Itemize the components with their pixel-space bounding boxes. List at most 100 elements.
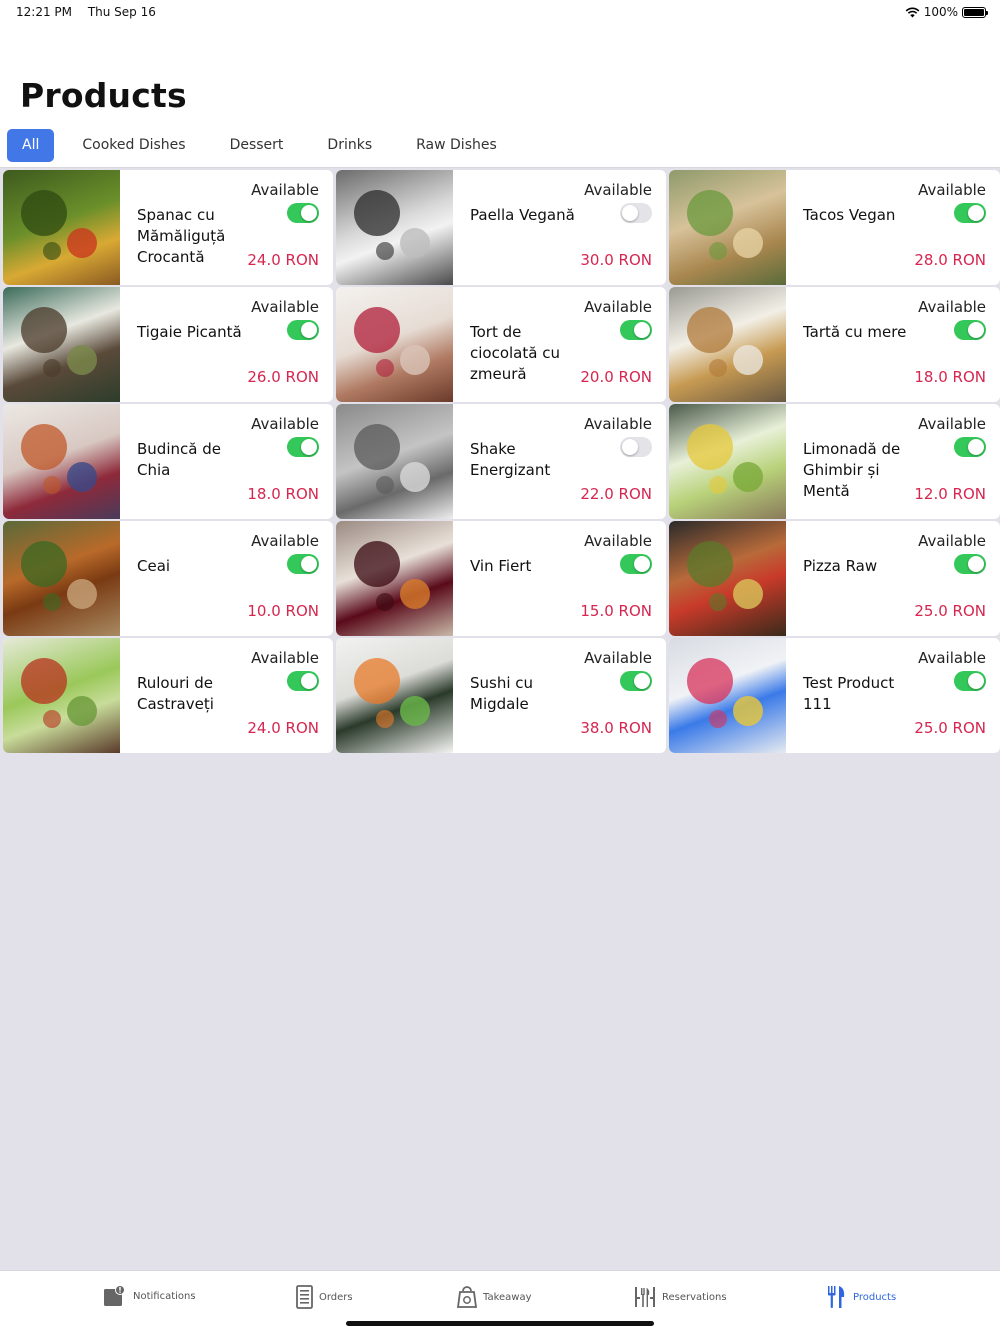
product-price: 28.0 RON — [914, 251, 986, 269]
product-card[interactable]: Available Spanac cu Mămăliguță Crocantă 24… — [3, 170, 333, 285]
header: Products All Cooked Dishes Dessert Drink… — [0, 24, 1000, 168]
product-name: Spanac cu Mămăliguță Crocantă — [137, 206, 226, 266]
chia-pudding-photo — [3, 404, 120, 519]
tab-all[interactable]: All — [7, 129, 55, 162]
product-card[interactable]: Available Shake Energizant 22.0 RON — [336, 404, 666, 519]
toggle-knob — [634, 556, 650, 572]
tabbar-reservations[interactable]: Reservations — [634, 1285, 727, 1309]
product-card[interactable]: Available Ceai 10.0 RON — [3, 521, 333, 636]
product-price: 20.0 RON — [580, 368, 652, 386]
product-price: 22.0 RON — [580, 485, 652, 503]
product-info: Available Sushi cu Migdale 38.0 RON — [453, 638, 666, 753]
product-info: Available Test Product 111 25.0 RON — [786, 638, 1000, 753]
availability-label: Available — [584, 181, 652, 199]
toggle-knob — [968, 205, 984, 221]
status-left: 12:21 PM Thu Sep 16 — [16, 5, 156, 19]
status-time: 12:21 PM — [16, 5, 72, 19]
availability-toggle[interactable] — [287, 554, 319, 574]
tabbar-orders-label: Orders — [319, 1291, 353, 1303]
sushi-photo — [336, 638, 453, 753]
product-price: 24.0 RON — [247, 251, 319, 269]
product-card[interactable]: Available Budincă de Chia 18.0 RON — [3, 404, 333, 519]
reservations-icon — [635, 1287, 655, 1307]
availability-toggle[interactable] — [620, 320, 652, 340]
category-tabs: All Cooked Dishes Dessert Drinks Raw Dis… — [7, 129, 519, 162]
products-icon — [828, 1286, 845, 1308]
toggle-knob — [968, 439, 984, 455]
product-card[interactable]: Available Tigaie Picantă 26.0 RON — [3, 287, 333, 402]
availability-label: Available — [918, 649, 986, 667]
tabbar-notifications[interactable]: Notifications — [103, 1285, 196, 1307]
availability-toggle[interactable] — [620, 554, 652, 574]
tab-raw-dishes[interactable]: Raw Dishes — [394, 129, 519, 162]
product-card[interactable]: Available Vin Fiert 15.0 RON — [336, 521, 666, 636]
product-name: Rulouri de Castraveți — [137, 674, 214, 713]
shake-photo — [336, 404, 453, 519]
availability-label: Available — [918, 181, 986, 199]
product-info: Available Ceai 10.0 RON — [120, 521, 333, 636]
product-card[interactable]: Available Rulouri de Castraveți 24.0 RON — [3, 638, 333, 753]
availability-toggle[interactable] — [954, 437, 986, 457]
availability-toggle[interactable] — [620, 437, 652, 457]
availability-toggle[interactable] — [954, 554, 986, 574]
product-price: 30.0 RON — [580, 251, 652, 269]
product-info: Available Spanac cu Mămăliguță Crocantă 24… — [120, 170, 333, 285]
availability-label: Available — [918, 298, 986, 316]
orders-icon — [296, 1285, 313, 1309]
product-info: Available Vin Fiert 15.0 RON — [453, 521, 666, 636]
product-card[interactable]: Available Limonadă de Ghimbir și Mentă 12.… — [669, 404, 1000, 519]
product-card[interactable]: Available Tort de ciocolată cu zmeură 20.0… — [336, 287, 666, 402]
tabbar-orders[interactable]: Orders — [296, 1285, 353, 1309]
toggle-knob — [968, 673, 984, 689]
toggle-knob — [634, 322, 650, 338]
toggle-knob — [634, 673, 650, 689]
product-info: Available Pizza Raw 25.0 RON — [786, 521, 1000, 636]
product-price: 25.0 RON — [914, 719, 986, 737]
tabbar-products[interactable]: Products — [827, 1285, 896, 1309]
availability-toggle[interactable] — [620, 671, 652, 691]
wifi-icon — [905, 7, 920, 17]
product-name: Vin Fiert — [470, 557, 532, 575]
product-card[interactable]: Available Sushi cu Migdale 38.0 RON — [336, 638, 666, 753]
product-card[interactable]: Available Paella Vegană 30.0 RON — [336, 170, 666, 285]
product-price: 15.0 RON — [580, 602, 652, 620]
toggle-knob — [301, 439, 317, 455]
availability-toggle[interactable] — [287, 671, 319, 691]
availability-label: Available — [584, 649, 652, 667]
apple-tart-photo — [669, 287, 786, 402]
tabbar-products-label: Products — [853, 1291, 897, 1303]
product-info: Available Limonadă de Ghimbir și Mentă 12.… — [786, 404, 1000, 519]
product-card[interactable]: Available Test Product 111 25.0 RON — [669, 638, 1000, 753]
tab-drinks[interactable]: Drinks — [305, 129, 394, 162]
availability-toggle[interactable] — [954, 203, 986, 223]
product-name: Ceai — [137, 557, 171, 575]
mulled-wine-photo — [336, 521, 453, 636]
cucumber-rolls-photo — [3, 638, 120, 753]
tab-cooked-dishes[interactable]: Cooked Dishes — [60, 129, 207, 162]
availability-toggle[interactable] — [287, 203, 319, 223]
toggle-knob — [968, 556, 984, 572]
availability-toggle[interactable] — [620, 203, 652, 223]
product-name: Shake Energizant — [470, 440, 551, 479]
chocolate-cake-photo — [336, 287, 453, 402]
product-price: 38.0 RON — [580, 719, 652, 737]
availability-toggle[interactable] — [954, 671, 986, 691]
availability-label: Available — [251, 298, 319, 316]
product-price: 24.0 RON — [247, 719, 319, 737]
availability-toggle[interactable] — [287, 437, 319, 457]
product-card[interactable]: Available Pizza Raw 25.0 RON — [669, 521, 1000, 636]
availability-toggle[interactable] — [954, 320, 986, 340]
tab-dessert[interactable]: Dessert — [208, 129, 306, 162]
tea-photo — [3, 521, 120, 636]
cocktail-photo — [669, 638, 786, 753]
product-price: 18.0 RON — [247, 485, 319, 503]
product-card[interactable]: Available Tacos Vegan 28.0 RON — [669, 170, 1000, 285]
raw-pizza-photo — [669, 521, 786, 636]
toggle-knob — [301, 556, 317, 572]
product-name: Tort de ciocolată cu zmeură — [470, 323, 560, 383]
product-name: Paella Vegană — [470, 206, 575, 224]
tabbar-takeaway[interactable]: Takeaway — [457, 1285, 532, 1309]
availability-toggle[interactable] — [287, 320, 319, 340]
availability-label: Available — [918, 532, 986, 550]
product-card[interactable]: Available Tartă cu mere 18.0 RON — [669, 287, 1000, 402]
